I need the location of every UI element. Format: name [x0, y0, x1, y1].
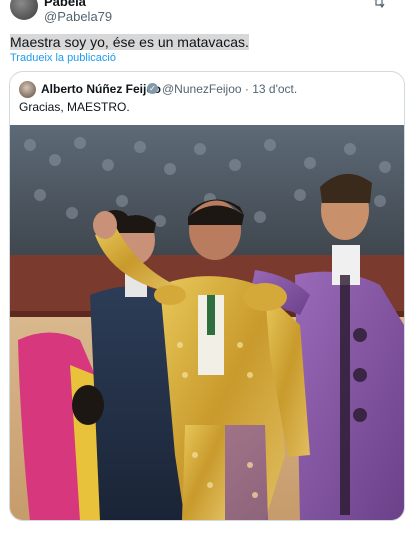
- repost-icon[interactable]: [372, 0, 386, 9]
- translate-post-link[interactable]: Tradueix la publicació: [10, 52, 116, 64]
- post-text-highlighted: Maestra soy yo, ése es un matavacas.: [10, 34, 249, 50]
- author-avatar[interactable]: [10, 0, 38, 20]
- quoted-author-avatar[interactable]: [19, 81, 36, 98]
- author-name[interactable]: Pabela: [44, 0, 86, 9]
- quoted-post-card[interactable]: Alberto Núñez Feijóo ✓ @NunezFeijoo · 13…: [9, 71, 405, 521]
- author-handle[interactable]: @Pabela79: [44, 9, 112, 24]
- quoted-author-name[interactable]: Alberto Núñez Feijóo: [41, 82, 161, 96]
- verified-badge-icon: ✓: [147, 83, 158, 94]
- quoted-post-text: Gracias, MAESTRO.: [19, 100, 130, 114]
- quoted-post-photo[interactable]: [10, 125, 404, 520]
- quoted-author-handle-date[interactable]: @NunezFeijoo · 13 d'oct.: [162, 82, 297, 96]
- post-text: Maestra soy yo, ése es un matavacas.: [10, 33, 249, 51]
